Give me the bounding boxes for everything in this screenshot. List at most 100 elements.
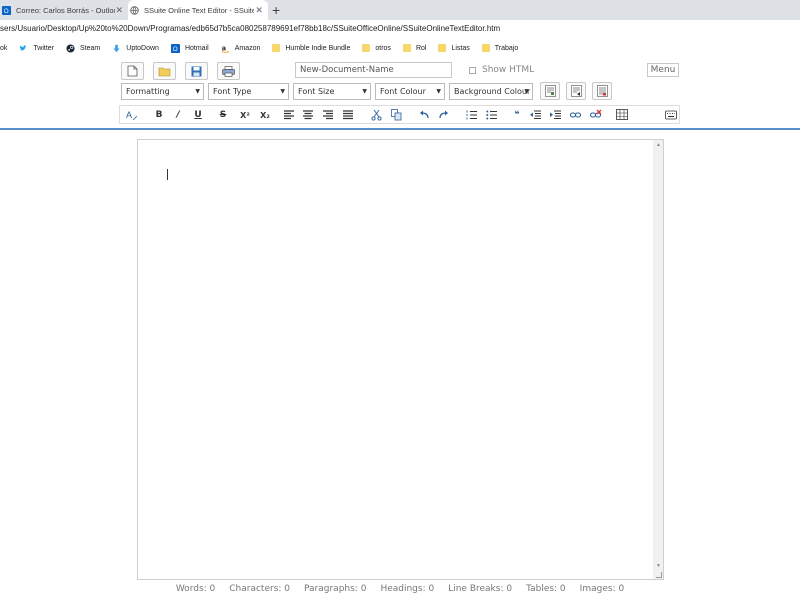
- blockquote-button[interactable]: ❝: [510, 109, 524, 122]
- background-colour-select[interactable]: Background Colour ▼: [449, 83, 533, 100]
- folder-icon: [362, 44, 371, 52]
- outdent-icon[interactable]: [530, 110, 541, 120]
- font-colour-select[interactable]: Font Colour ▼: [375, 83, 445, 100]
- justify-icon[interactable]: [343, 110, 354, 120]
- insert-image-button[interactable]: [540, 82, 560, 100]
- insert-file-icon: [596, 85, 608, 97]
- document-statistics: Words: 0 Characters: 0 Paragraphs: 0 Hea…: [0, 584, 800, 598]
- align-left-icon[interactable]: [284, 110, 295, 120]
- bookmark-twitter[interactable]: Twitter: [19, 44, 54, 53]
- copy-icon[interactable]: [391, 109, 402, 121]
- twitter-icon: [20, 44, 28, 51]
- keyboard-icon[interactable]: [665, 110, 677, 120]
- line-break-count: Line Breaks: 0: [448, 584, 513, 594]
- menu-button[interactable]: Menu: [647, 63, 679, 77]
- new-tab-button[interactable]: +: [272, 2, 280, 18]
- insert-file-button[interactable]: [592, 82, 612, 100]
- outlook-icon: O: [2, 5, 11, 15]
- table-icon[interactable]: [616, 109, 628, 121]
- indent-icon[interactable]: [550, 110, 561, 120]
- cut-icon[interactable]: [371, 109, 382, 121]
- font-size-select[interactable]: Font Size ▼: [293, 83, 371, 100]
- chevron-down-icon: ▼: [195, 88, 200, 95]
- close-icon[interactable]: ✕: [254, 5, 264, 16]
- amazon-icon: a: [221, 44, 229, 53]
- word-count: Words: 0: [175, 584, 216, 594]
- browser-tab-strip: O Correo: Carlos Borrás - Outlook ✕ SSui…: [0, 0, 800, 20]
- font-colour-select-value: Font Colour: [380, 87, 426, 96]
- bookmark-label: Steam: [80, 44, 101, 52]
- bookmark-label: Trabajo: [494, 44, 519, 52]
- superscript-button[interactable]: X²: [237, 109, 253, 122]
- uptodown-icon: [113, 44, 120, 52]
- subscript-button[interactable]: X₂: [257, 109, 273, 122]
- address-bar[interactable]: sers/Usuario/Desktop/Up%20to%20Down/Prog…: [0, 20, 800, 39]
- formatting-select[interactable]: Formatting ▼: [121, 83, 204, 100]
- align-right-icon[interactable]: [323, 110, 334, 120]
- bookmark-steam[interactable]: Steam: [66, 43, 101, 53]
- globe-icon: [130, 5, 139, 15]
- chevron-down-icon: ▼: [524, 88, 529, 95]
- link-icon[interactable]: [570, 110, 581, 120]
- bookmark-hotmail[interactable]: O Hotmail: [170, 43, 209, 53]
- insert-image-icon: [544, 85, 556, 97]
- underline-button[interactable]: U: [191, 109, 205, 122]
- bookmark-ok[interactable]: ok: [0, 45, 7, 52]
- svg-text:O: O: [173, 46, 178, 53]
- bookmark-uptodown[interactable]: UptoDown: [112, 44, 159, 53]
- scroll-down-icon[interactable]: ▼: [656, 563, 661, 569]
- print-icon: [222, 65, 235, 77]
- unlink-icon[interactable]: [590, 109, 602, 120]
- svg-text:a: a: [222, 44, 227, 52]
- bookmark-otros[interactable]: otros: [362, 44, 391, 52]
- show-html-toggle[interactable]: Show HTML: [469, 65, 534, 75]
- formatting-select-value: Formatting: [126, 87, 170, 96]
- numbered-list-icon[interactable]: [466, 110, 477, 120]
- bookmark-amazon[interactable]: a Amazon: [221, 44, 260, 53]
- bookmark-label: Twitter: [33, 44, 55, 52]
- resize-grip-icon[interactable]: [656, 572, 662, 578]
- scroll-up-icon[interactable]: ▲: [656, 142, 661, 148]
- insert-link-button[interactable]: [566, 82, 586, 100]
- strikethrough-button[interactable]: S: [216, 109, 230, 122]
- paragraph-count: Paragraphs: 0: [304, 584, 367, 594]
- align-center-icon[interactable]: [303, 110, 314, 120]
- italic-button[interactable]: /: [171, 109, 185, 122]
- open-document-button[interactable]: [153, 62, 176, 80]
- url-text[interactable]: sers/Usuario/Desktop/Up%20to%20Down/Prog…: [0, 24, 500, 33]
- bookmark-trabajo[interactable]: Trabajo: [481, 44, 519, 52]
- document-name-input[interactable]: New-Document-Name: [295, 62, 452, 78]
- formatting-bar: A B / U S X² X₂ ❝: [119, 105, 680, 124]
- text-cursor: [167, 169, 168, 180]
- tab-outlook[interactable]: O Correo: Carlos Borrás - Outlook ✕: [0, 0, 128, 20]
- clear-format-icon[interactable]: A: [126, 109, 138, 121]
- print-button[interactable]: [217, 62, 240, 80]
- chevron-down-icon: ▼: [362, 88, 367, 95]
- tab-title: Correo: Carlos Borrás - Outlook: [16, 5, 115, 15]
- bookmark-label: ok: [0, 44, 8, 52]
- save-icon: [191, 66, 202, 76]
- svg-text:A: A: [126, 110, 132, 120]
- bookmarks-bar: ok Twitter Steam UptoDown O Hotmail a Am…: [0, 39, 800, 57]
- bookmark-label: Hotmail: [184, 44, 209, 52]
- redo-icon[interactable]: [438, 110, 449, 120]
- bookmark-humble[interactable]: Humble Indie Bundle: [272, 44, 350, 52]
- editor-area[interactable]: ▲ ▼: [137, 139, 664, 580]
- chevron-down-icon: ▼: [280, 88, 285, 95]
- bullet-list-icon[interactable]: [486, 110, 497, 120]
- vertical-scrollbar[interactable]: ▲ ▼: [653, 140, 663, 579]
- table-count: Tables: 0: [526, 584, 566, 594]
- tab-text-editor[interactable]: SSuite Online Text Editor - SSuite ✕: [128, 0, 268, 20]
- new-document-button[interactable]: [121, 62, 144, 80]
- font-size-select-value: Font Size: [298, 87, 335, 96]
- undo-icon[interactable]: [419, 110, 430, 120]
- bold-button[interactable]: B: [152, 109, 166, 122]
- close-icon[interactable]: ✕: [115, 5, 124, 16]
- bookmark-rol[interactable]: Rol: [402, 44, 426, 52]
- save-button[interactable]: [185, 62, 208, 80]
- bookmark-listas[interactable]: Listas: [438, 44, 470, 52]
- show-html-checkbox[interactable]: [469, 66, 476, 74]
- font-type-select[interactable]: Font Type ▼: [208, 83, 289, 100]
- bookmark-label: otros: [375, 44, 391, 52]
- character-count: Characters: 0: [229, 584, 291, 594]
